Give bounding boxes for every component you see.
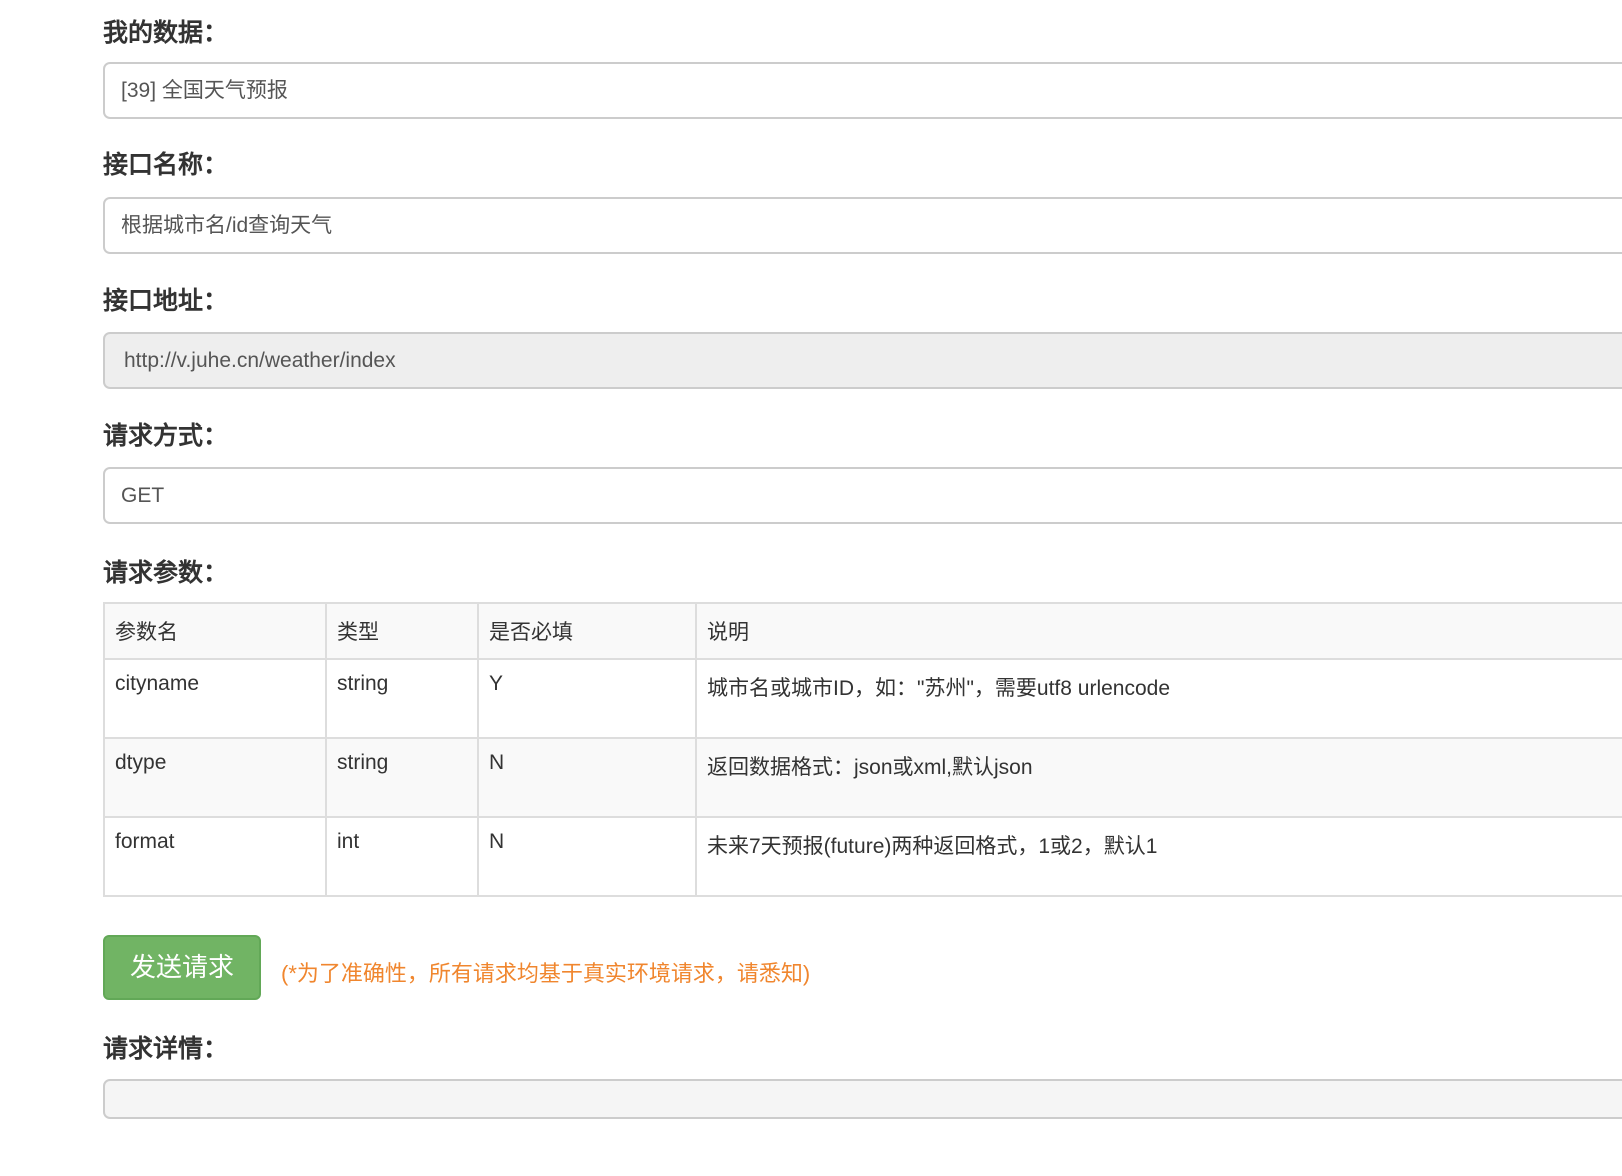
param-description: 未来7天预报(future)两种返回格式，1或2，默认1 [695,816,1622,897]
column-header: 类型 [325,602,479,660]
my-data-field[interactable]: [39] 全国天气预报 [103,62,1622,119]
my-data-label: 我的数据： [103,19,229,47]
table-row: format int N 未来7天预报(future)两种返回格式，1或2，默认… [103,816,1622,897]
request-detail-box [103,1079,1622,1119]
table-header-row: 参数名 类型 是否必填 说明 [103,602,1622,660]
param-name: dtype [103,737,327,818]
column-header: 参数名 [103,602,327,660]
request-method-field[interactable]: GET [103,467,1622,524]
param-type: string [325,737,479,818]
api-name-field[interactable]: 根据城市名/id查询天气 [103,197,1622,254]
param-description: 城市名或城市ID，如："苏州"，需要utf8 urlencode [695,658,1622,739]
param-required: Y [477,658,697,739]
send-request-button[interactable]: 发送请求 [103,935,261,1000]
accuracy-notice: (*为了准确性，所有请求均基于真实环境请求，请悉知) [281,960,811,986]
table-row: dtype string N 返回数据格式：json或xml,默认json [103,737,1622,818]
column-header: 是否必填 [477,602,697,660]
api-name-label: 接口名称： [103,151,229,179]
api-url-field: http://v.juhe.cn/weather/index [103,332,1622,389]
request-method-label: 请求方式： [103,422,229,450]
param-name: cityname [103,658,327,739]
send-row: 发送请求 (*为了准确性，所有请求均基于真实环境请求，请悉知) [103,935,1622,1000]
column-header: 说明 [695,602,1622,660]
param-name: format [103,816,327,897]
api-url-label: 接口地址： [103,287,229,315]
request-params-label: 请求参数： [103,559,229,587]
param-required: N [477,816,697,897]
param-type: int [325,816,479,897]
param-description: 返回数据格式：json或xml,默认json [695,737,1622,818]
request-detail-label: 请求详情： [103,1035,229,1063]
param-required: N [477,737,697,818]
param-type: string [325,658,479,739]
api-test-form: 我的数据： [39] 全国天气预报 接口名称： 根据城市名/id查询天气 接口地… [103,0,1622,1119]
params-table: 参数名 类型 是否必填 说明 cityname string Y 城市名或城市I… [103,602,1622,897]
table-row: cityname string Y 城市名或城市ID，如："苏州"，需要utf8… [103,658,1622,739]
